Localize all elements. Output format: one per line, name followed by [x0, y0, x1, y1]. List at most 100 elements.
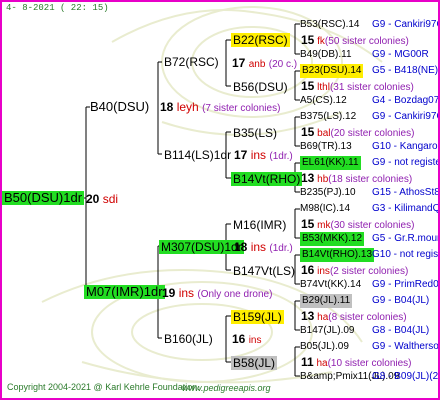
gen4-line-5: G10 - not registe [372, 249, 440, 260]
gen1-dam-info: 19 ins (Only one drone) [162, 286, 272, 302]
gen3-b14vt[interactable]: B14Vt(RHO) [231, 172, 303, 186]
gen3-b35[interactable]: B35(LS) [233, 126, 277, 140]
gen3-b159-info: 16 ins [232, 332, 262, 348]
gen4-sire-2[interactable]: B69(TR).13 [300, 140, 352, 154]
root-queen[interactable]: B50(DSU)1dr [2, 191, 85, 205]
gen4-tag-5: ins [317, 266, 330, 277]
gen1-sire[interactable]: B40(DSU) [90, 100, 149, 114]
gen3-b22-tag: anb [248, 59, 266, 70]
gen1-dam-note: (Only one drone) [197, 289, 273, 300]
gen4-number-1: 15 [301, 79, 315, 93]
gen4-note-6: (8 sister colonies) [328, 312, 407, 323]
gen4-sire-line-2: G10 - Kangaroo98R [372, 141, 438, 152]
gen4-number-5: 16 [301, 263, 315, 277]
gen4-note-5: (2 sister colonies) [329, 266, 409, 277]
gen4-info-6: 13 ha(8 sister colonies) [301, 309, 407, 325]
gen2-m307-tag: ins [250, 240, 267, 254]
gen2-b114-note: (1dr.) [269, 151, 293, 162]
gen4-queen-0[interactable]: B53(RSC).14 [300, 18, 359, 32]
gen4-info-4: 15 mk(30 sister colonies) [301, 217, 414, 233]
gen3-b22[interactable]: B22(RSC) [231, 33, 290, 47]
gen4-sire-0[interactable]: B49(DB).11 [300, 48, 352, 62]
gen4-line-1: G5 - B418(NE) [372, 65, 439, 76]
gen4-tag-0: fk [317, 36, 325, 47]
gen2-b114-info: 17 ins (1dr.) [234, 148, 293, 164]
gen4-tag-4: mk [317, 220, 331, 231]
gen4-sire-5[interactable]: B74Vt(KK).14 [300, 278, 361, 292]
gen4-sire-line-0: G9 - MG00R [372, 49, 429, 60]
gen4-info-3: 13 hb(18 sister colonies) [301, 171, 412, 187]
gen3-b58[interactable]: B58(JL) [231, 356, 278, 370]
gen4-sire-line-5: G9 - PrimRed01 [372, 279, 440, 290]
gen4-sire-line-1: G4 - Bozdag07R [372, 95, 440, 106]
gen4-queen-7[interactable]: B05(JL).09 [300, 340, 349, 354]
gen4-info-0: 15 fk(50 sister colonies) [301, 33, 409, 49]
gen3-b56[interactable]: B56(DSU) [233, 80, 288, 94]
gen4-tag-3: hb [317, 174, 329, 185]
gen4-number-3: 13 [301, 171, 315, 185]
gen4-queen-6[interactable]: B29(JL).11 [300, 294, 353, 308]
gen1-dam-number: 19 [162, 286, 176, 300]
gen4-number-0: 15 [301, 33, 315, 47]
gen4-line-7: G9 - Waltherson [372, 341, 440, 352]
gen4-info-1: 15 lthl(31 sister colonies) [301, 79, 414, 95]
gen1-sire-note: (7 sister colonies) [202, 103, 281, 114]
gen1-sire-info: 18 leyh (7 sister colonies) [160, 100, 280, 116]
gen4-queen-1[interactable]: B23(DSU).14 [300, 64, 364, 78]
gen1-dam-tag: ins [178, 286, 195, 300]
gen4-tag-7: ha [316, 358, 328, 369]
gen4-sire-6[interactable]: B147(JL).09 [300, 324, 354, 338]
root-number: 20 [86, 192, 100, 206]
gen4-note-4: (30 sister colonies) [330, 220, 415, 231]
gen2-b160[interactable]: B160(JL) [164, 332, 213, 346]
gen3-b159-tag: ins [248, 335, 262, 346]
gen4-note-1: (31 sister colonies) [329, 82, 414, 93]
gen3-b22-number: 17 [232, 56, 246, 70]
gen4-number-7: 11 [301, 355, 314, 369]
gen1-dam[interactable]: M07(IMR)1dr [84, 285, 165, 299]
gen3-m16[interactable]: M16(IMR) [233, 218, 286, 232]
gen4-queen-3[interactable]: EL61(KK).11 [300, 156, 361, 170]
gen2-b72[interactable]: B72(RSC) [164, 55, 219, 69]
gen4-note-3: (18 sister colonies) [328, 174, 413, 185]
gen4-line-3: G9 - not registe [372, 157, 440, 168]
gen4-queen-4[interactable]: M98(IC).14 [300, 202, 350, 216]
gen4-note-2: (20 sister colonies) [330, 128, 415, 139]
gen4-line-6: G9 - B04(JL) [372, 295, 430, 306]
gen3-b22-note: (20 c.) [268, 59, 298, 70]
gen4-info-2: 15 bal(20 sister colonies) [301, 125, 414, 141]
pedigree-frame: 4- 8-2021 ( 22: 15) B50(DSU)1dr 20 sdi B… [0, 0, 440, 400]
gen2-b114[interactable]: B114(LS)1dr [164, 148, 231, 162]
gen4-line-4: G3 - KilimandQ [372, 203, 440, 214]
gen4-sire-line-4: G5 - Gr.R.mounta [372, 233, 438, 244]
gen4-info-5: 16 ins(2 sister colonies) [301, 263, 408, 279]
root-info: 20 sdi [86, 192, 118, 206]
gen4-line-0: G9 - Cankiri97Q [372, 19, 440, 30]
footer-site-link[interactable]: www.pedigreeapis.org [182, 383, 271, 393]
gen3-b159-number: 16 [232, 332, 246, 346]
gen2-m307-note: (1dr.) [269, 243, 293, 254]
gen4-sire-line-3: G15 - AthosSt80R [372, 187, 440, 198]
gen4-queen-5[interactable]: B14Vt(RHO).13 [300, 248, 375, 262]
gen4-sire-3[interactable]: B235(PJ).10 [300, 186, 356, 200]
gen3-b159[interactable]: B159(JL) [231, 310, 284, 324]
gen4-line-2: G9 - Cankiri97Q [372, 111, 440, 122]
gen4-sire-line-7: G8 - B09(JL)(2x) [372, 371, 440, 382]
root-tag: sdi [102, 192, 119, 206]
gen2-m307[interactable]: M307(DSU)1dr [159, 240, 244, 254]
gen4-number-4: 15 [301, 217, 315, 231]
gen4-number-2: 15 [301, 125, 315, 139]
gen4-sire-1[interactable]: A5(CS).12 [300, 94, 347, 108]
gen3-b22-info: 17 anb (20 c.) [232, 56, 297, 72]
gen3-b147vt[interactable]: B147Vt(LS) [233, 264, 295, 278]
gen4-queen-2[interactable]: B375(LS).12 [300, 110, 356, 124]
gen1-sire-number: 18 [160, 100, 174, 114]
gen4-tag-1: lthl [317, 82, 330, 93]
gen4-number-6: 13 [301, 309, 315, 323]
gen4-sire-4[interactable]: B53(MKK).12 [300, 232, 365, 246]
gen4-note-7: (10 sister colonies) [327, 358, 412, 369]
gen2-m307-number: 18 [234, 240, 248, 254]
gen4-note-0: (50 sister colonies) [324, 36, 409, 47]
gen2-b114-number: 17 [234, 148, 248, 162]
gen2-b114-tag: ins [250, 148, 267, 162]
